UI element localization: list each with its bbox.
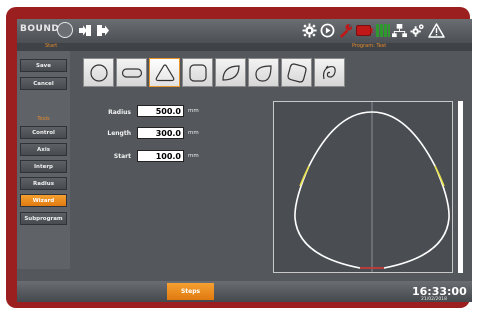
import-icon[interactable] xyxy=(77,23,92,38)
settings-icon[interactable] xyxy=(410,23,425,38)
shape-tear-drop-button[interactable] xyxy=(248,58,279,87)
gear-icon[interactable] xyxy=(302,23,317,38)
radius-unit: mm xyxy=(188,108,199,114)
program-title: Program: Test xyxy=(352,43,387,49)
start-field[interactable]: 100.0 xyxy=(137,150,184,162)
cancel-button[interactable]: Cancel xyxy=(20,77,67,90)
spiral-shape-icon xyxy=(322,65,336,79)
top-toolbar: BOUNDO xyxy=(17,19,472,43)
preview-drawing xyxy=(294,102,450,272)
tools-section-label: Tools xyxy=(37,116,50,122)
play-icon[interactable] xyxy=(320,23,335,38)
rounded-polygon-shape-icon xyxy=(286,62,307,83)
sidebar-item-control[interactable]: Control xyxy=(20,126,67,139)
rounded-square-shape-icon xyxy=(188,63,207,82)
wrench-icon[interactable] xyxy=(338,23,353,38)
shape-leaf-button[interactable] xyxy=(215,58,246,87)
circle-shape-icon xyxy=(89,63,108,82)
clock-date: 21/02/2018 xyxy=(421,297,447,302)
steps-button[interactable]: Steps xyxy=(167,283,214,300)
right-transition-segment xyxy=(434,165,445,187)
sidebar-item-wizard[interactable]: Wizard xyxy=(20,194,67,207)
shape-rounded-polygon-button[interactable] xyxy=(281,58,312,87)
screen-title: Start xyxy=(45,43,58,49)
shape-circle-button[interactable] xyxy=(83,58,114,87)
sidebar-item-subprogram[interactable]: Subprogram xyxy=(20,212,67,225)
preview-scrollbar[interactable] xyxy=(458,101,463,273)
save-button[interactable]: Save xyxy=(20,59,67,72)
start-unit: mm xyxy=(188,153,199,159)
radius-label: Radius xyxy=(108,109,131,116)
sidebar-item-axis[interactable]: Axis xyxy=(20,143,67,156)
shape-triangle-button[interactable] xyxy=(149,58,180,87)
leaf-shape-icon xyxy=(221,64,240,81)
sidebar-item-interp[interactable]: Interp xyxy=(20,160,67,173)
shape-spiral-button[interactable] xyxy=(314,58,345,87)
left-transition-segment xyxy=(299,165,310,187)
sidebar-item-radius[interactable]: Radius xyxy=(20,177,67,190)
network-icon[interactable] xyxy=(392,23,407,38)
slot-shape-icon xyxy=(121,67,142,78)
shape-slot-button[interactable] xyxy=(116,58,147,87)
hmi-screen: BOUNDO Start Program: Test Save Cancel T… xyxy=(17,19,472,302)
title-bar: Start Program: Test xyxy=(17,43,472,51)
triangle-shape-icon xyxy=(155,63,174,81)
circle-icon[interactable] xyxy=(57,22,73,38)
radius-field[interactable]: 500.0 xyxy=(137,105,184,117)
tear-drop-shape-icon xyxy=(254,64,272,82)
length-label: Length xyxy=(107,130,131,137)
warning-icon[interactable] xyxy=(428,23,445,38)
length-unit: mm xyxy=(188,130,199,136)
battery-icon[interactable] xyxy=(356,23,373,38)
bars-icon[interactable] xyxy=(375,23,390,38)
start-label: Start xyxy=(113,153,131,160)
shape-preview xyxy=(273,101,453,273)
export-icon[interactable] xyxy=(95,23,110,38)
shape-rounded-square-button[interactable] xyxy=(182,58,213,87)
bottom-bar xyxy=(17,281,472,302)
length-field[interactable]: 300.0 xyxy=(137,127,184,139)
